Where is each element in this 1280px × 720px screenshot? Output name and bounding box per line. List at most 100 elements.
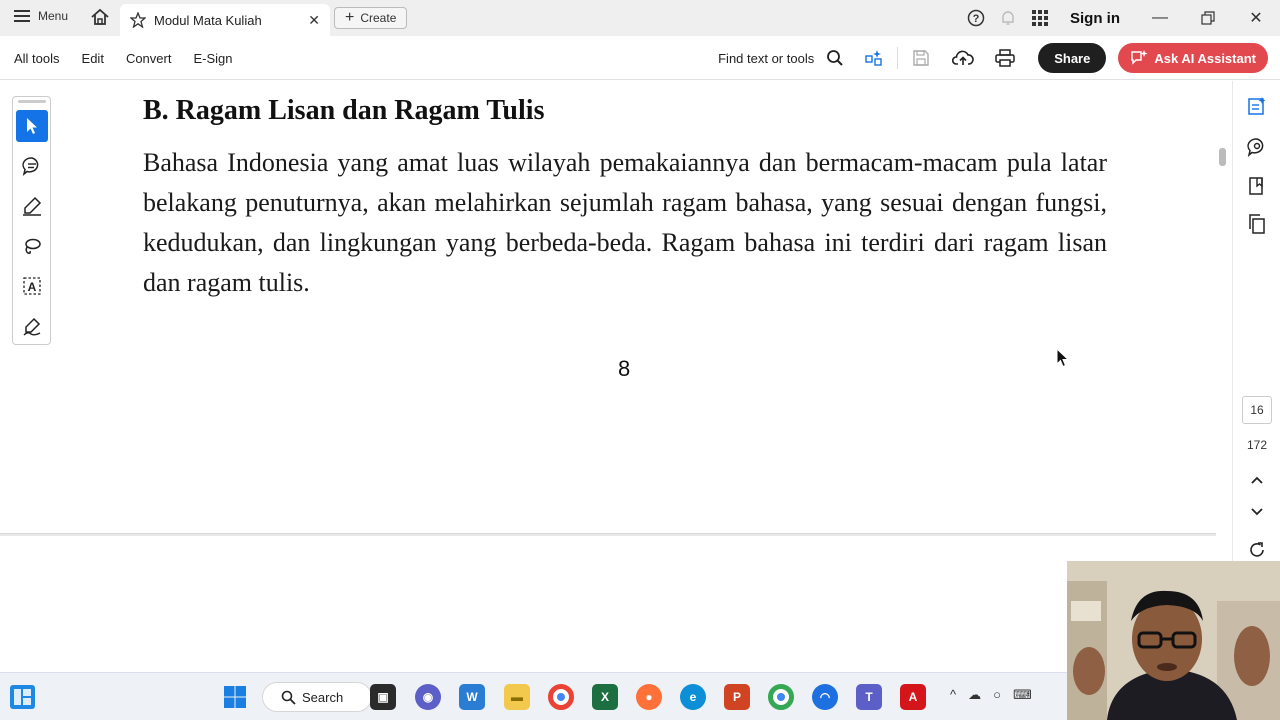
onedrive-icon[interactable]: ☁: [968, 687, 981, 703]
ai-assistant-icon: [1131, 50, 1148, 65]
svg-text:A: A: [28, 280, 37, 294]
comment-icon: [22, 157, 39, 176]
menu-label: Menu: [38, 9, 69, 23]
quick-tools-panel: A: [12, 96, 51, 345]
teams-app[interactable]: T: [856, 684, 882, 710]
edit-pdf-button[interactable]: [1245, 94, 1269, 118]
home-button[interactable]: [90, 7, 110, 32]
document-tab[interactable]: Modul Mata Kuliah ✕: [120, 4, 330, 36]
ai-tools-button[interactable]: [853, 48, 895, 68]
restore-icon: [1201, 11, 1215, 25]
pages-icon: [1249, 214, 1265, 234]
scrollbar-thumb[interactable]: [1219, 148, 1226, 166]
word-app[interactable]: W: [459, 684, 485, 710]
firefox-app[interactable]: ●: [636, 684, 662, 710]
acrobat-app[interactable]: A: [900, 684, 926, 710]
esign-menu[interactable]: E-Sign: [193, 51, 232, 66]
previous-page-button[interactable]: [1245, 468, 1269, 492]
plus-icon: +: [345, 9, 355, 26]
arc-app[interactable]: ◠: [812, 684, 838, 710]
bookmarks-button[interactable]: [1245, 174, 1269, 198]
ask-ai-assistant-button[interactable]: Ask AI Assistant: [1118, 43, 1268, 73]
text-select-icon: A: [23, 277, 41, 295]
search-button[interactable]: [822, 49, 848, 67]
edit-pdf-icon: [1248, 97, 1266, 115]
tab-title: Modul Mata Kuliah: [154, 12, 262, 28]
print-button[interactable]: [984, 49, 1026, 67]
chrome-icon: [557, 693, 565, 701]
find-text-button[interactable]: Find text or tools: [718, 51, 814, 66]
document-viewer[interactable]: A B. Ragam Lisan dan Ragam Tulis Bahasa …: [0, 81, 1216, 672]
svg-text:?: ?: [973, 13, 980, 25]
body-paragraph: Bahasa Indonesia yang amat luas wilayah …: [143, 148, 1107, 297]
draw-tool-button[interactable]: [16, 230, 48, 262]
comments-panel-button[interactable]: [1245, 135, 1269, 159]
close-icon: ✕: [1249, 10, 1263, 27]
windows-icon: [224, 686, 246, 708]
bookmark-icon: [1249, 177, 1263, 195]
page-separator: [0, 533, 1216, 536]
excel-app[interactable]: X: [592, 684, 618, 710]
ai-tools-icon: [865, 50, 882, 66]
menu-button[interactable]: Menu: [14, 9, 68, 23]
comment-tool-button[interactable]: [16, 150, 48, 182]
drag-handle[interactable]: [18, 100, 46, 103]
lasso-icon: [25, 238, 41, 254]
text-tool-button[interactable]: A: [16, 270, 48, 302]
widgets-button[interactable]: [10, 685, 35, 709]
folder-icon: ▬: [511, 690, 523, 704]
start-button[interactable]: [223, 685, 247, 714]
minimize-button[interactable]: —: [1136, 9, 1184, 27]
chrome-app[interactable]: [548, 684, 574, 710]
sign-icon: [23, 317, 41, 336]
taskbar-search[interactable]: Search: [262, 682, 372, 712]
save-button[interactable]: [900, 49, 942, 67]
restore-button[interactable]: [1184, 11, 1232, 25]
main-toolbar: All tools Edit Convert E-Sign Find text …: [0, 36, 1280, 80]
share-button[interactable]: Share: [1038, 43, 1107, 73]
notifications-button[interactable]: [992, 9, 1024, 27]
widgets-icon: [14, 689, 31, 705]
teams-chat-app[interactable]: ◉: [415, 684, 441, 710]
close-window-button[interactable]: ✕: [1232, 8, 1280, 28]
edit-menu[interactable]: Edit: [82, 51, 104, 66]
highlight-tool-button[interactable]: [16, 190, 48, 222]
create-button[interactable]: + Create: [334, 7, 408, 29]
convert-menu[interactable]: Convert: [126, 51, 172, 66]
star-icon[interactable]: [130, 12, 146, 28]
tab-close-icon[interactable]: ✕: [308, 12, 320, 29]
cloud-icon[interactable]: ○: [993, 687, 1001, 703]
chevron-down-icon: [1251, 508, 1263, 516]
powerpoint-app[interactable]: P: [724, 684, 750, 710]
file-explorer-app[interactable]: ▬: [504, 684, 530, 710]
apps-button[interactable]: [1024, 10, 1056, 26]
printer-icon: [995, 49, 1015, 67]
next-page-button[interactable]: [1245, 500, 1269, 524]
select-tool-button[interactable]: [16, 110, 48, 142]
teams-icon: T: [865, 690, 873, 704]
sign-in-button[interactable]: Sign in: [1070, 10, 1120, 27]
home-icon: [91, 8, 109, 25]
arc-icon: ◠: [819, 690, 831, 704]
current-page-input[interactable]: 16: [1242, 396, 1272, 424]
pages-button[interactable]: [1245, 212, 1269, 236]
firefox-icon: ●: [645, 690, 653, 704]
save-icon: [913, 50, 929, 66]
cloud-upload-icon: [952, 50, 975, 65]
minimize-icon: —: [1152, 9, 1168, 26]
task-view-app[interactable]: ▣: [370, 684, 396, 710]
edge-app[interactable]: e: [680, 684, 706, 710]
powerpoint-icon: P: [732, 690, 741, 704]
all-tools-menu[interactable]: All tools: [14, 51, 60, 66]
section-heading: B. Ragam Lisan dan Ragam Tulis: [143, 95, 545, 126]
chevron-up-icon[interactable]: ^: [950, 687, 956, 703]
mouse-cursor-icon: [1056, 348, 1070, 368]
chrome-app-2[interactable]: [768, 684, 794, 710]
refresh-button[interactable]: [1245, 538, 1269, 562]
upload-button[interactable]: [942, 49, 984, 67]
keyboard-icon[interactable]: ⌨: [1013, 687, 1032, 703]
acrobat-icon: A: [908, 690, 918, 704]
sign-tool-button[interactable]: [16, 310, 48, 342]
refresh-icon: [1250, 542, 1264, 557]
help-button[interactable]: ?: [960, 9, 992, 27]
